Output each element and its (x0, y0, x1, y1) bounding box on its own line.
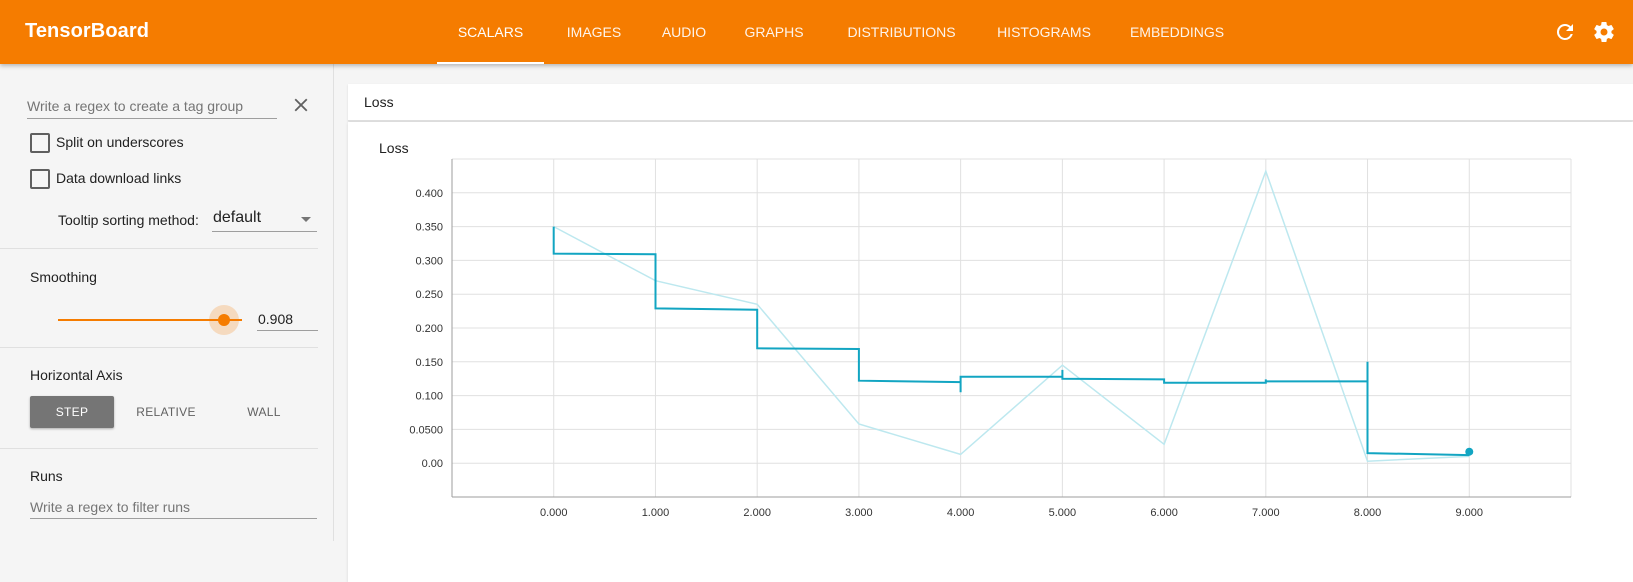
x-tick-label: 3.000 (845, 507, 873, 519)
smoothing-value-input[interactable] (257, 308, 318, 331)
x-tick-label: 2.000 (743, 507, 771, 519)
y-tick-label: 0.100 (415, 391, 443, 403)
active-tab-indicator (437, 62, 544, 64)
tab-audio[interactable]: AUDIO (644, 0, 724, 64)
tab-images[interactable]: IMAGES (544, 0, 644, 64)
y-tick-label: 0.300 (415, 255, 443, 267)
runs-filter-input[interactable] (30, 496, 317, 519)
horizontal-axis-title: Horizontal Axis (30, 367, 123, 383)
settings-icon[interactable] (1592, 20, 1616, 44)
x-tick-label: 0.000 (540, 507, 568, 519)
close-icon[interactable] (290, 94, 312, 116)
app-title: TensorBoard (25, 20, 150, 42)
tag-group-title: Loss (364, 94, 394, 110)
sidebar: Split on underscores Data download links… (0, 64, 334, 541)
split-underscores-label: Split on underscores (56, 134, 184, 150)
divider (0, 248, 318, 249)
axis-relative-button[interactable]: RELATIVE (124, 396, 208, 428)
y-tick-label: 0.150 (415, 357, 443, 369)
y-tick-label: 0.350 (415, 222, 443, 234)
divider (0, 448, 318, 449)
x-tick-label: 8.000 (1354, 507, 1382, 519)
data-download-checkbox[interactable] (30, 169, 50, 189)
refresh-icon[interactable] (1553, 20, 1577, 44)
y-tick-label: 0.00 (422, 458, 443, 470)
split-underscores-checkbox[interactable] (30, 133, 50, 153)
y-tick-label: 0.250 (415, 289, 443, 301)
x-tick-label: 1.000 (642, 507, 670, 519)
last-point-marker (1465, 447, 1474, 456)
y-tick-label: 0.200 (415, 323, 443, 335)
tooltip-sorting-value: default (213, 209, 262, 226)
tooltip-sorting-label: Tooltip sorting method: (58, 212, 199, 228)
loss-chart[interactable]: 0.00 0.0500 0.100 0.150 0.200 0.250 0.300 0.350… (348, 122, 1633, 582)
tag-group-regex-input[interactable] (27, 94, 277, 119)
x-tick-label: 9.000 (1456, 507, 1484, 519)
dropdown-arrow-icon (301, 217, 311, 222)
divider (0, 347, 318, 348)
tab-graphs[interactable]: GRAPHS (724, 0, 824, 64)
tab-histograms[interactable]: HISTOGRAMS (979, 0, 1109, 64)
tab-scalars[interactable]: SCALARS (437, 0, 544, 64)
top-app-bar: TensorBoard SCALARS IMAGES AUDIO GRAPHS … (0, 0, 1633, 64)
x-tick-label: 6.000 (1150, 507, 1178, 519)
x-tick-label: 7.000 (1252, 507, 1280, 519)
main-content: Loss Loss 0.00 0.0500 0.100 0.150 0.200 0.250… (334, 64, 1633, 582)
y-tick-label: 0.400 (415, 188, 443, 200)
runs-title: Runs (30, 468, 63, 484)
smoothing-title: Smoothing (30, 269, 97, 285)
x-tick-label: 5.000 (1049, 507, 1077, 519)
axis-step-button[interactable]: STEP (30, 396, 114, 428)
y-tick-label: 0.0500 (409, 424, 443, 436)
tab-distributions[interactable]: DISTRIBUTIONS (824, 0, 979, 64)
tooltip-sorting-select[interactable]: default (212, 207, 317, 232)
scalar-chart-card: Loss 0.00 0.0500 0.100 0.150 0.200 0.250 0.300… (348, 122, 1633, 582)
axis-wall-button[interactable]: WALL (222, 396, 306, 428)
tab-embeddings[interactable]: EMBEDDINGS (1109, 0, 1245, 64)
smoothing-slider-knob[interactable] (218, 314, 230, 326)
tag-group-header[interactable]: Loss (348, 84, 1633, 121)
x-tick-label: 4.000 (947, 507, 975, 519)
raw-loss-series (553, 168, 1470, 462)
data-download-label: Data download links (56, 170, 182, 186)
